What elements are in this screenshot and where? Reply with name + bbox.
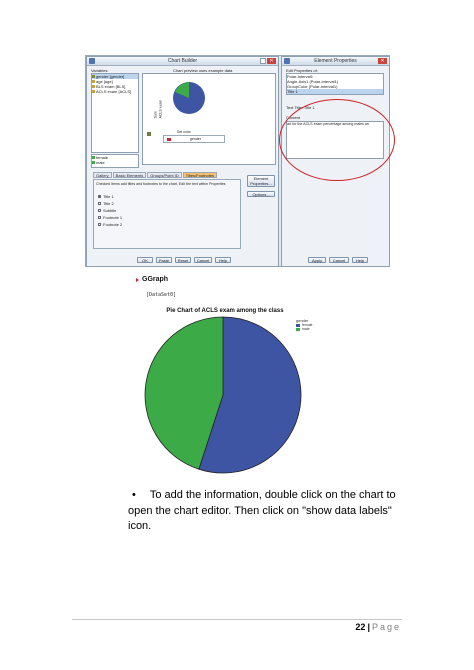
chart-builder-title: Chart Builder [167, 58, 198, 64]
checkbox-icon[interactable] [98, 216, 101, 219]
dataset-label: [DataSet0] [146, 292, 177, 298]
checkbox-footnote-2[interactable]: Footnote 2 [98, 222, 122, 227]
checkbox-subtitle[interactable]: Subtitle [98, 208, 122, 213]
tab-groups-point-id[interactable]: Groups/Point ID [147, 172, 182, 178]
maximize-icon[interactable] [260, 58, 266, 64]
tab-gallery[interactable]: Gallery [93, 172, 112, 178]
pencil-icon[interactable] [147, 132, 151, 136]
tab-titles-footnotes[interactable]: Titles/Footnotes [182, 172, 218, 178]
checkbox-checked-icon[interactable] [98, 195, 101, 198]
output-arrow-icon [136, 277, 139, 282]
variable-item[interactable]: ACLS exam [ACLS] [92, 89, 138, 94]
panel-instruction: Checked items add titles and footnotes t… [96, 182, 226, 186]
preview-axis-label: Sum ACLS exam [153, 99, 163, 119]
chart-builder-window: Chart Builder ✕ Variables: gender [gende… [86, 56, 279, 267]
legend-swatch [296, 327, 300, 331]
checkbox-label: Footnote 1 [103, 215, 123, 220]
chart-builder-tabs: Gallery Basic Elements Groups/Point ID T… [93, 172, 218, 178]
chart-preview-canvas[interactable]: Sum ACLS exam Set color gender [142, 73, 276, 165]
checkbox-icon[interactable] [98, 209, 101, 212]
checkbox-label: Footnote 2 [103, 222, 123, 227]
reset-button[interactable]: Reset [175, 257, 191, 263]
category-item: male [92, 160, 138, 165]
element-properties-titlebar: Element Properties ✕ [282, 57, 389, 66]
page-footer: 22 | Page [355, 622, 401, 632]
legend-swatch [296, 323, 300, 327]
close-icon[interactable]: ✕ [378, 58, 387, 64]
category-list: female male [91, 154, 139, 168]
checkbox-footnote-1[interactable]: Footnote 1 [98, 215, 122, 220]
scale-icon [92, 80, 95, 83]
paste-button[interactable]: Paste [156, 257, 172, 263]
cancel-button[interactable]: Cancel [194, 257, 212, 263]
scale-icon [92, 90, 95, 93]
instruction-line-2: open the chart editor. Then click on "sh… [128, 504, 392, 533]
checkbox-label: Subtitle [103, 208, 117, 213]
spss-screenshot: Chart Builder ✕ Variables: gender [gende… [85, 55, 395, 267]
checkbox-icon[interactable] [98, 223, 101, 226]
checkbox-title-1[interactable]: Title 1 [98, 194, 122, 199]
close-icon[interactable]: ✕ [267, 58, 276, 64]
preview-pie [173, 82, 205, 114]
list-item-selected[interactable]: Title 1 [287, 89, 383, 94]
ggraph-header: GGraph [136, 276, 168, 283]
checkbox-label: Title 1 [103, 194, 114, 199]
pie-legend: gender female male [296, 318, 313, 331]
ggraph-label: GGraph [142, 276, 169, 283]
red-highlight-circle [279, 99, 395, 181]
checkbox-label: Title 2 [103, 201, 114, 206]
preview-legend: gender [163, 135, 225, 143]
bullet: • [132, 489, 136, 501]
page-number: 22 [355, 622, 366, 632]
legend-item-male: male [296, 327, 313, 331]
pie-chart-title: Pie Chart of ACLS exam among the class [166, 308, 284, 314]
element-properties-title: Element Properties [314, 58, 357, 64]
legend-label: male [302, 327, 310, 331]
category-swatch [92, 156, 95, 159]
chart-builder-titlebar: Chart Builder ✕ [87, 57, 278, 66]
ok-button[interactable]: OK [137, 257, 153, 263]
edit-properties-list[interactable]: Polar-Interval1 Angle-Axis1 (Polar-Inter… [286, 73, 384, 95]
checkbox-icon[interactable] [98, 202, 101, 205]
footer-separator: | [367, 622, 370, 632]
titles-footnotes-panel: Checked items add titles and footnotes t… [93, 179, 241, 249]
page-word: Page [371, 622, 401, 632]
variable-label: ACLS exam [ACLS] [96, 89, 132, 94]
pie-chart[interactable] [143, 315, 303, 475]
category-label: male [96, 160, 105, 165]
checkbox-title-2[interactable]: Title 2 [98, 201, 122, 206]
checkbox-group: Title 1 Title 2 Subtitle Footnote 1 Foot… [98, 194, 122, 227]
nominal-icon [92, 75, 95, 78]
help-button[interactable]: Help [215, 257, 231, 263]
tab-basic-elements[interactable]: Basic Elements [112, 172, 147, 178]
scale-icon [92, 85, 95, 88]
instruction-line-1: • To add the information, double click on… [128, 488, 398, 504]
element-properties-button[interactable]: Element Properties... [247, 175, 275, 187]
legend-icon [167, 138, 171, 141]
instruction-line-1-text: To add the information, double click on … [149, 489, 396, 501]
help-button[interactable]: Help [352, 257, 368, 263]
apply-button[interactable]: Apply [308, 257, 326, 263]
options-button[interactable]: Options... [247, 191, 275, 197]
preview-legend-label: gender [190, 137, 201, 141]
footer-divider [72, 619, 402, 620]
instruction-paragraph: • To add the information, double click on… [128, 488, 398, 535]
category-swatch [92, 161, 95, 164]
variables-list[interactable]: gender [gender] age [age] BLS exam [BLS]… [91, 73, 139, 153]
cancel-button[interactable]: Cancel [329, 257, 349, 263]
